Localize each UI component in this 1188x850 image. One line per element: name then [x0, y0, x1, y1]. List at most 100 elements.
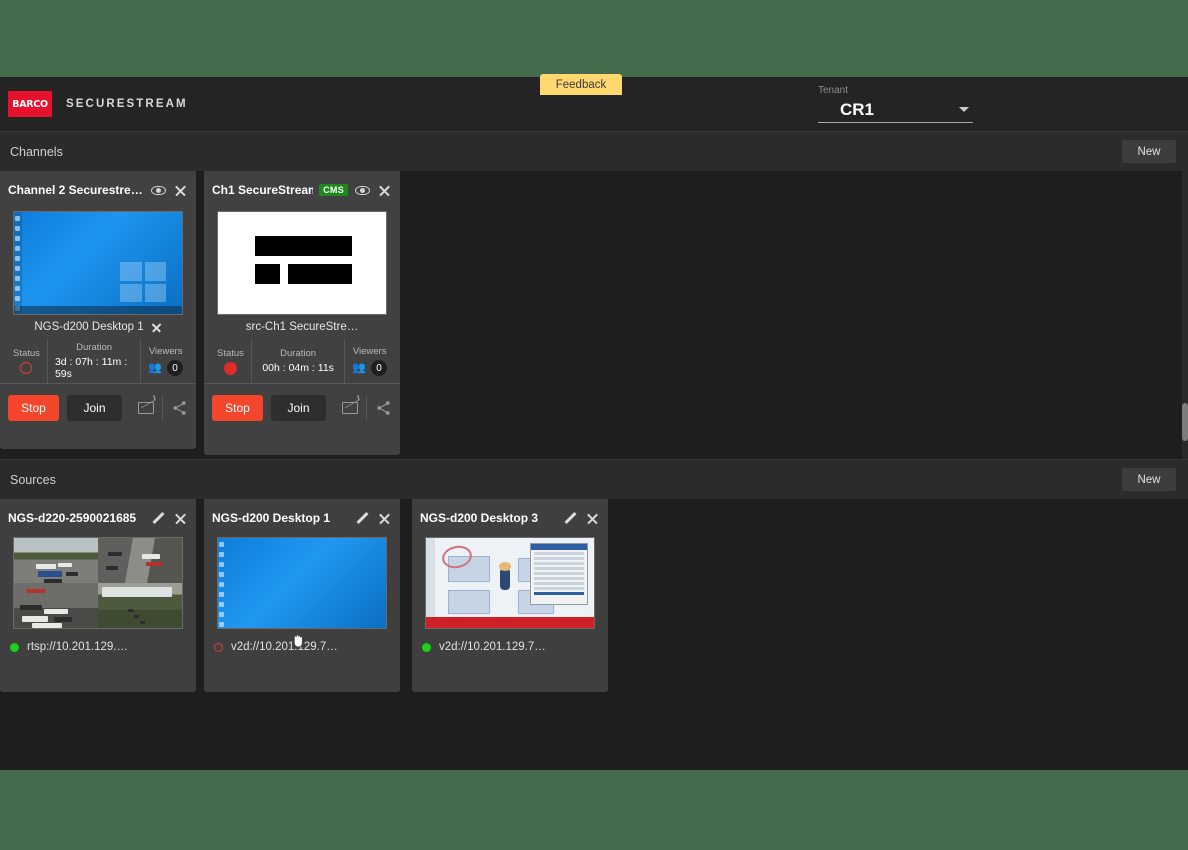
sources-list: NGS-d220-2590021685 [0, 499, 1188, 719]
status-label: Status [13, 348, 40, 359]
tenant-selector[interactable]: Tenant CR1 [818, 85, 973, 123]
channel-actions: Stop Join [204, 383, 400, 431]
close-icon[interactable] [172, 510, 188, 526]
channel-stats: Status Duration 00h : 04m : 11s Viewers … [204, 339, 400, 383]
mail-icon[interactable] [138, 402, 154, 414]
duration-label: Duration [280, 348, 316, 359]
close-icon[interactable] [584, 510, 600, 526]
viewers-label: Viewers [149, 346, 183, 357]
source-title: NGS-d220-2590021685 [8, 511, 145, 525]
status-led-icon [10, 643, 19, 652]
layout-block [288, 264, 352, 284]
status-led-icon [422, 643, 431, 652]
share-icon[interactable] [171, 399, 188, 417]
desktop-icon-bar [426, 538, 435, 628]
windows-logo-icon [120, 262, 166, 302]
source-card-header: NGS-d200 Desktop 3 [412, 499, 608, 537]
share-icon[interactable] [375, 399, 392, 417]
channels-section-header: Channels New [0, 131, 1188, 171]
product-name: SECURESTREAM [66, 98, 188, 110]
taskbar [426, 617, 594, 628]
source-thumbnail[interactable] [425, 537, 595, 629]
join-button[interactable]: Join [271, 395, 326, 421]
channel-card[interactable]: Channel 2 Securestre… NGS-d200 Desktop 1… [0, 171, 196, 449]
pencil-icon[interactable] [564, 512, 577, 525]
channel-card-header: Channel 2 Securestre… [0, 171, 196, 209]
duration-value: 3d : 07h : 11m : 59s [55, 356, 133, 380]
close-icon[interactable] [376, 182, 392, 198]
sources-section-header: Sources New [0, 459, 1188, 499]
desktop-icons [15, 216, 20, 315]
stop-button[interactable]: Stop [212, 395, 263, 421]
channels-scrollbar[interactable] [1182, 171, 1188, 459]
eye-icon[interactable] [354, 182, 370, 198]
people-icon: 👥 [352, 363, 366, 374]
tenant-label: Tenant [818, 85, 973, 97]
mail-icon[interactable] [342, 402, 358, 414]
source-footer: v2d://10.201.129.7… [412, 629, 608, 665]
status-stat: Status [210, 339, 251, 383]
channels-title: Channels [10, 145, 63, 159]
channel-title: Ch1 SecureStream C… [212, 183, 313, 197]
source-url: v2d://10.201.129.7… [439, 641, 546, 653]
viewers-label: Viewers [353, 346, 387, 357]
source-footer: rtsp://10.201.129.… [0, 629, 196, 665]
pencil-icon[interactable] [152, 512, 165, 525]
close-icon[interactable] [376, 510, 392, 526]
source-card-header: NGS-d200 Desktop 1 [204, 499, 400, 537]
duration-stat: Duration 3d : 07h : 11m : 59s [47, 339, 140, 383]
source-card[interactable]: NGS-d220-2590021685 [0, 499, 196, 692]
brand-logo[interactable]: BARCO SECURESTREAM [0, 91, 188, 117]
dialog-window [530, 543, 588, 605]
channel-card-header: Ch1 SecureStream C… CMS [204, 171, 400, 209]
channel-thumbnail[interactable] [217, 211, 387, 315]
source-card[interactable]: NGS-d200 Desktop 1 v2d://10.201.129.7… [204, 499, 400, 692]
duration-stat: Duration 00h : 04m : 11s [251, 339, 344, 383]
app-window: BARCO SECURESTREAM Tenant CR1 Pkashinaga… [0, 77, 1188, 770]
channel-title: Channel 2 Securestre… [8, 183, 144, 197]
status-stat: Status [6, 339, 47, 383]
new-source-button[interactable]: New [1122, 468, 1176, 491]
barco-logo-icon: BARCO [8, 91, 52, 117]
status-indicator-icon [224, 362, 237, 375]
channel-actions: Stop Join [0, 383, 196, 431]
channel-stats: Status Duration 3d : 07h : 11m : 59s Vie… [0, 339, 196, 383]
eye-icon[interactable] [150, 182, 166, 198]
pencil-icon[interactable] [356, 512, 369, 525]
scrollbar-thumb[interactable] [1182, 403, 1188, 441]
tenant-dropdown[interactable]: CR1 [818, 97, 973, 123]
stop-button[interactable]: Stop [8, 395, 59, 421]
channel-card[interactable]: Ch1 SecureStream C… CMS src-Ch1 SecureSt… [204, 171, 400, 455]
source-thumbnail[interactable] [13, 537, 183, 629]
source-card[interactable]: NGS-d200 Desktop 3 [412, 499, 608, 692]
desktop-icons [219, 542, 224, 629]
source-card-header: NGS-d220-2590021685 [0, 499, 196, 537]
source-url: rtsp://10.201.129.… [27, 641, 128, 653]
source-thumbnail[interactable] [217, 537, 387, 629]
viewers-stat: Viewers 👥 0 [344, 339, 394, 383]
source-title: NGS-d200 Desktop 1 [212, 511, 349, 525]
new-channel-button[interactable]: New [1122, 140, 1176, 163]
status-label: Status [217, 348, 244, 359]
layout-block [255, 236, 352, 256]
duration-label: Duration [76, 342, 112, 353]
close-icon[interactable] [172, 182, 188, 198]
channel-source-row: NGS-d200 Desktop 1 [0, 315, 196, 339]
action-divider [366, 395, 367, 421]
people-icon: 👥 [148, 363, 162, 374]
tenant-value: CR1 [840, 100, 874, 120]
feedback-button[interactable]: Feedback [540, 74, 622, 95]
viewers-count: 0 [167, 360, 183, 376]
channel-thumbnail[interactable] [13, 211, 183, 315]
status-led-icon [214, 643, 223, 652]
channel-source-name: src-Ch1 SecureStre… [246, 321, 358, 333]
viewers-count: 0 [371, 360, 387, 376]
viewers-stat: Viewers 👥 0 [140, 339, 190, 383]
sources-title: Sources [10, 473, 56, 487]
join-button[interactable]: Join [67, 395, 122, 421]
taskbar [14, 306, 182, 314]
remove-source-icon[interactable] [151, 322, 162, 333]
channel-source-name: NGS-d200 Desktop 1 [34, 321, 143, 333]
source-url: v2d://10.201.129.7… [231, 641, 338, 653]
source-footer: v2d://10.201.129.7… [204, 629, 400, 665]
